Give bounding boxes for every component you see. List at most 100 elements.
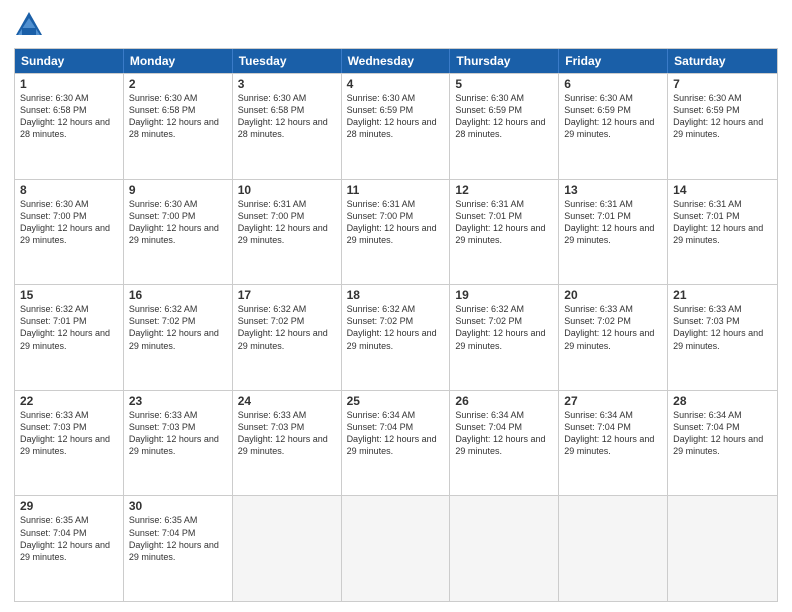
day-number: 23 bbox=[129, 394, 227, 408]
day-number: 19 bbox=[455, 288, 553, 302]
day-info: Sunrise: 6:32 AMSunset: 7:01 PMDaylight:… bbox=[20, 303, 118, 352]
cal-header-thursday: Thursday bbox=[450, 49, 559, 73]
calendar-cell: 9Sunrise: 6:30 AMSunset: 7:00 PMDaylight… bbox=[124, 180, 233, 285]
day-info: Sunrise: 6:32 AMSunset: 7:02 PMDaylight:… bbox=[238, 303, 336, 352]
day-info: Sunrise: 6:30 AMSunset: 6:59 PMDaylight:… bbox=[564, 92, 662, 141]
day-number: 16 bbox=[129, 288, 227, 302]
day-number: 30 bbox=[129, 499, 227, 513]
calendar-cell: 26Sunrise: 6:34 AMSunset: 7:04 PMDayligh… bbox=[450, 391, 559, 496]
calendar-header: SundayMondayTuesdayWednesdayThursdayFrid… bbox=[15, 49, 777, 73]
day-info: Sunrise: 6:33 AMSunset: 7:02 PMDaylight:… bbox=[564, 303, 662, 352]
calendar-cell: 18Sunrise: 6:32 AMSunset: 7:02 PMDayligh… bbox=[342, 285, 451, 390]
day-number: 11 bbox=[347, 183, 445, 197]
day-number: 15 bbox=[20, 288, 118, 302]
day-number: 7 bbox=[673, 77, 772, 91]
calendar-cell: 17Sunrise: 6:32 AMSunset: 7:02 PMDayligh… bbox=[233, 285, 342, 390]
day-info: Sunrise: 6:31 AMSunset: 7:01 PMDaylight:… bbox=[455, 198, 553, 247]
calendar-cell bbox=[559, 496, 668, 601]
day-number: 18 bbox=[347, 288, 445, 302]
day-info: Sunrise: 6:35 AMSunset: 7:04 PMDaylight:… bbox=[129, 514, 227, 563]
day-number: 14 bbox=[673, 183, 772, 197]
calendar-cell: 4Sunrise: 6:30 AMSunset: 6:59 PMDaylight… bbox=[342, 74, 451, 179]
day-number: 4 bbox=[347, 77, 445, 91]
day-number: 1 bbox=[20, 77, 118, 91]
day-number: 2 bbox=[129, 77, 227, 91]
day-info: Sunrise: 6:31 AMSunset: 7:00 PMDaylight:… bbox=[238, 198, 336, 247]
day-number: 27 bbox=[564, 394, 662, 408]
calendar-cell bbox=[668, 496, 777, 601]
day-number: 12 bbox=[455, 183, 553, 197]
logo bbox=[14, 10, 48, 40]
day-number: 21 bbox=[673, 288, 772, 302]
day-info: Sunrise: 6:33 AMSunset: 7:03 PMDaylight:… bbox=[129, 409, 227, 458]
day-info: Sunrise: 6:30 AMSunset: 7:00 PMDaylight:… bbox=[20, 198, 118, 247]
day-info: Sunrise: 6:33 AMSunset: 7:03 PMDaylight:… bbox=[673, 303, 772, 352]
day-info: Sunrise: 6:32 AMSunset: 7:02 PMDaylight:… bbox=[455, 303, 553, 352]
day-number: 5 bbox=[455, 77, 553, 91]
calendar-cell: 16Sunrise: 6:32 AMSunset: 7:02 PMDayligh… bbox=[124, 285, 233, 390]
day-number: 3 bbox=[238, 77, 336, 91]
calendar-cell: 11Sunrise: 6:31 AMSunset: 7:00 PMDayligh… bbox=[342, 180, 451, 285]
calendar-week-1: 1Sunrise: 6:30 AMSunset: 6:58 PMDaylight… bbox=[15, 73, 777, 179]
day-info: Sunrise: 6:30 AMSunset: 6:58 PMDaylight:… bbox=[238, 92, 336, 141]
day-info: Sunrise: 6:33 AMSunset: 7:03 PMDaylight:… bbox=[20, 409, 118, 458]
calendar-cell: 10Sunrise: 6:31 AMSunset: 7:00 PMDayligh… bbox=[233, 180, 342, 285]
calendar-cell: 29Sunrise: 6:35 AMSunset: 7:04 PMDayligh… bbox=[15, 496, 124, 601]
calendar: SundayMondayTuesdayWednesdayThursdayFrid… bbox=[14, 48, 778, 602]
day-info: Sunrise: 6:35 AMSunset: 7:04 PMDaylight:… bbox=[20, 514, 118, 563]
cal-header-wednesday: Wednesday bbox=[342, 49, 451, 73]
day-info: Sunrise: 6:31 AMSunset: 7:00 PMDaylight:… bbox=[347, 198, 445, 247]
calendar-cell: 30Sunrise: 6:35 AMSunset: 7:04 PMDayligh… bbox=[124, 496, 233, 601]
day-info: Sunrise: 6:34 AMSunset: 7:04 PMDaylight:… bbox=[455, 409, 553, 458]
logo-icon bbox=[14, 10, 44, 40]
calendar-cell: 28Sunrise: 6:34 AMSunset: 7:04 PMDayligh… bbox=[668, 391, 777, 496]
calendar-week-3: 15Sunrise: 6:32 AMSunset: 7:01 PMDayligh… bbox=[15, 284, 777, 390]
day-number: 29 bbox=[20, 499, 118, 513]
calendar-cell: 27Sunrise: 6:34 AMSunset: 7:04 PMDayligh… bbox=[559, 391, 668, 496]
calendar-cell: 3Sunrise: 6:30 AMSunset: 6:58 PMDaylight… bbox=[233, 74, 342, 179]
day-number: 26 bbox=[455, 394, 553, 408]
day-info: Sunrise: 6:30 AMSunset: 6:58 PMDaylight:… bbox=[129, 92, 227, 141]
day-number: 13 bbox=[564, 183, 662, 197]
day-info: Sunrise: 6:30 AMSunset: 6:58 PMDaylight:… bbox=[20, 92, 118, 141]
calendar-cell: 21Sunrise: 6:33 AMSunset: 7:03 PMDayligh… bbox=[668, 285, 777, 390]
day-info: Sunrise: 6:31 AMSunset: 7:01 PMDaylight:… bbox=[564, 198, 662, 247]
calendar-body: 1Sunrise: 6:30 AMSunset: 6:58 PMDaylight… bbox=[15, 73, 777, 601]
calendar-cell: 15Sunrise: 6:32 AMSunset: 7:01 PMDayligh… bbox=[15, 285, 124, 390]
day-info: Sunrise: 6:31 AMSunset: 7:01 PMDaylight:… bbox=[673, 198, 772, 247]
day-number: 6 bbox=[564, 77, 662, 91]
calendar-cell: 8Sunrise: 6:30 AMSunset: 7:00 PMDaylight… bbox=[15, 180, 124, 285]
calendar-cell: 25Sunrise: 6:34 AMSunset: 7:04 PMDayligh… bbox=[342, 391, 451, 496]
calendar-week-4: 22Sunrise: 6:33 AMSunset: 7:03 PMDayligh… bbox=[15, 390, 777, 496]
calendar-week-2: 8Sunrise: 6:30 AMSunset: 7:00 PMDaylight… bbox=[15, 179, 777, 285]
day-number: 10 bbox=[238, 183, 336, 197]
calendar-cell: 12Sunrise: 6:31 AMSunset: 7:01 PMDayligh… bbox=[450, 180, 559, 285]
day-number: 9 bbox=[129, 183, 227, 197]
calendar-cell: 19Sunrise: 6:32 AMSunset: 7:02 PMDayligh… bbox=[450, 285, 559, 390]
calendar-cell: 24Sunrise: 6:33 AMSunset: 7:03 PMDayligh… bbox=[233, 391, 342, 496]
day-number: 8 bbox=[20, 183, 118, 197]
day-info: Sunrise: 6:33 AMSunset: 7:03 PMDaylight:… bbox=[238, 409, 336, 458]
day-info: Sunrise: 6:30 AMSunset: 6:59 PMDaylight:… bbox=[673, 92, 772, 141]
day-number: 25 bbox=[347, 394, 445, 408]
cal-header-monday: Monday bbox=[124, 49, 233, 73]
calendar-cell: 2Sunrise: 6:30 AMSunset: 6:58 PMDaylight… bbox=[124, 74, 233, 179]
calendar-cell: 23Sunrise: 6:33 AMSunset: 7:03 PMDayligh… bbox=[124, 391, 233, 496]
calendar-cell: 14Sunrise: 6:31 AMSunset: 7:01 PMDayligh… bbox=[668, 180, 777, 285]
day-info: Sunrise: 6:34 AMSunset: 7:04 PMDaylight:… bbox=[673, 409, 772, 458]
day-info: Sunrise: 6:30 AMSunset: 7:00 PMDaylight:… bbox=[129, 198, 227, 247]
day-info: Sunrise: 6:32 AMSunset: 7:02 PMDaylight:… bbox=[129, 303, 227, 352]
day-info: Sunrise: 6:34 AMSunset: 7:04 PMDaylight:… bbox=[347, 409, 445, 458]
day-info: Sunrise: 6:34 AMSunset: 7:04 PMDaylight:… bbox=[564, 409, 662, 458]
header bbox=[14, 10, 778, 40]
calendar-cell: 22Sunrise: 6:33 AMSunset: 7:03 PMDayligh… bbox=[15, 391, 124, 496]
day-number: 20 bbox=[564, 288, 662, 302]
day-info: Sunrise: 6:32 AMSunset: 7:02 PMDaylight:… bbox=[347, 303, 445, 352]
page: SundayMondayTuesdayWednesdayThursdayFrid… bbox=[0, 0, 792, 612]
day-number: 28 bbox=[673, 394, 772, 408]
cal-header-friday: Friday bbox=[559, 49, 668, 73]
calendar-cell: 5Sunrise: 6:30 AMSunset: 6:59 PMDaylight… bbox=[450, 74, 559, 179]
calendar-cell bbox=[450, 496, 559, 601]
calendar-cell: 1Sunrise: 6:30 AMSunset: 6:58 PMDaylight… bbox=[15, 74, 124, 179]
calendar-week-5: 29Sunrise: 6:35 AMSunset: 7:04 PMDayligh… bbox=[15, 495, 777, 601]
